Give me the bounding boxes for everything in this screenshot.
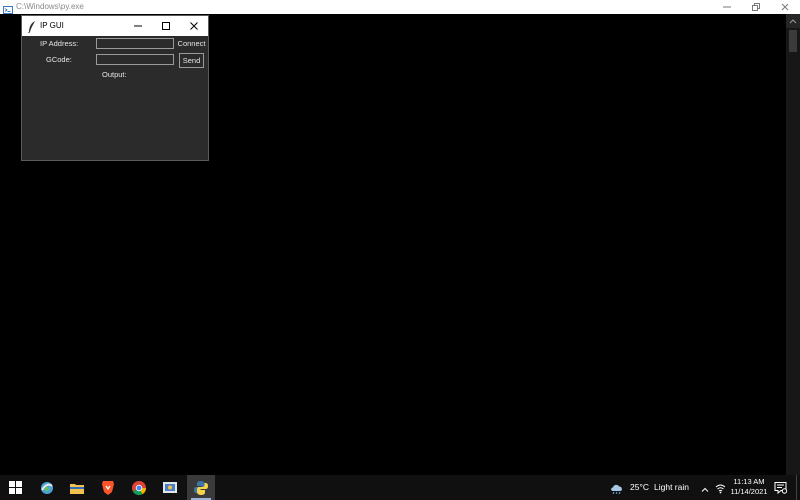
close-icon: [190, 22, 198, 30]
chevron-up-icon[interactable]: [700, 482, 710, 492]
ip-address-input[interactable]: [96, 38, 174, 49]
wifi-icon[interactable]: [715, 481, 726, 494]
brave-browser-icon: [102, 480, 114, 495]
taskbar-app-2[interactable]: [156, 475, 184, 500]
taskbar-app-1[interactable]: [33, 475, 61, 500]
console-titlebar[interactable]: C:\Windows\py.exe: [0, 0, 800, 14]
gcode-input[interactable]: [96, 54, 174, 65]
scroll-thumb[interactable]: [789, 30, 797, 52]
connect-button[interactable]: Connect: [175, 37, 208, 50]
notification-icon[interactable]: [774, 481, 788, 495]
console-window-title: C:\Windows\py.exe: [16, 2, 84, 11]
app-icon: [41, 481, 53, 494]
console-app-icon: [3, 2, 13, 14]
ip-gui-window: IP GUI IP Address: Connect GCode: Send O…: [21, 15, 209, 161]
console-minimize-button[interactable]: [712, 0, 742, 14]
close-icon: [781, 3, 789, 11]
taskbar-python[interactable]: [187, 475, 215, 500]
maximize-icon: [162, 22, 170, 30]
app-maximize-button[interactable]: [152, 16, 180, 36]
weather-temperature[interactable]: 25°C: [630, 482, 649, 492]
python-icon: [194, 480, 208, 495]
clock-time[interactable]: 11:13 AM: [728, 477, 770, 487]
weather-rain-icon[interactable]: [609, 481, 625, 495]
taskbar-file-explorer[interactable]: [63, 475, 91, 500]
ip-address-label: IP Address:: [40, 39, 79, 48]
app-titlebar[interactable]: IP GUI: [22, 16, 208, 36]
show-desktop-button[interactable]: [796, 475, 800, 500]
app-window-title: IP GUI: [40, 21, 64, 30]
app-icon-2: [163, 481, 177, 493]
restore-icon: [752, 3, 760, 11]
weather-condition[interactable]: Light rain: [654, 482, 689, 492]
gcode-label: GCode:: [46, 55, 72, 64]
send-button[interactable]: Send: [179, 53, 204, 68]
chrome-icon: [132, 480, 147, 495]
taskbar: 25°C Light rain 11:13 AM 11/14/2021: [0, 475, 800, 500]
taskbar-chrome[interactable]: [125, 475, 153, 500]
app-minimize-button[interactable]: [124, 16, 152, 36]
output-label: Output:: [102, 70, 127, 79]
clock-date[interactable]: 11/14/2021: [726, 487, 772, 497]
windows-start-icon: [8, 481, 22, 494]
minimize-icon: [723, 6, 731, 8]
console-restore-button[interactable]: [741, 0, 771, 14]
file-explorer-icon: [70, 483, 84, 494]
taskbar-brave[interactable]: [94, 475, 122, 500]
start-button[interactable]: [0, 475, 30, 500]
scroll-up-arrow-icon[interactable]: [786, 14, 800, 28]
console-close-button[interactable]: [770, 0, 800, 14]
minimize-icon: [134, 25, 142, 27]
console-scrollbar[interactable]: [786, 14, 800, 475]
app-close-button[interactable]: [180, 16, 208, 36]
tk-feather-icon: [28, 20, 36, 34]
